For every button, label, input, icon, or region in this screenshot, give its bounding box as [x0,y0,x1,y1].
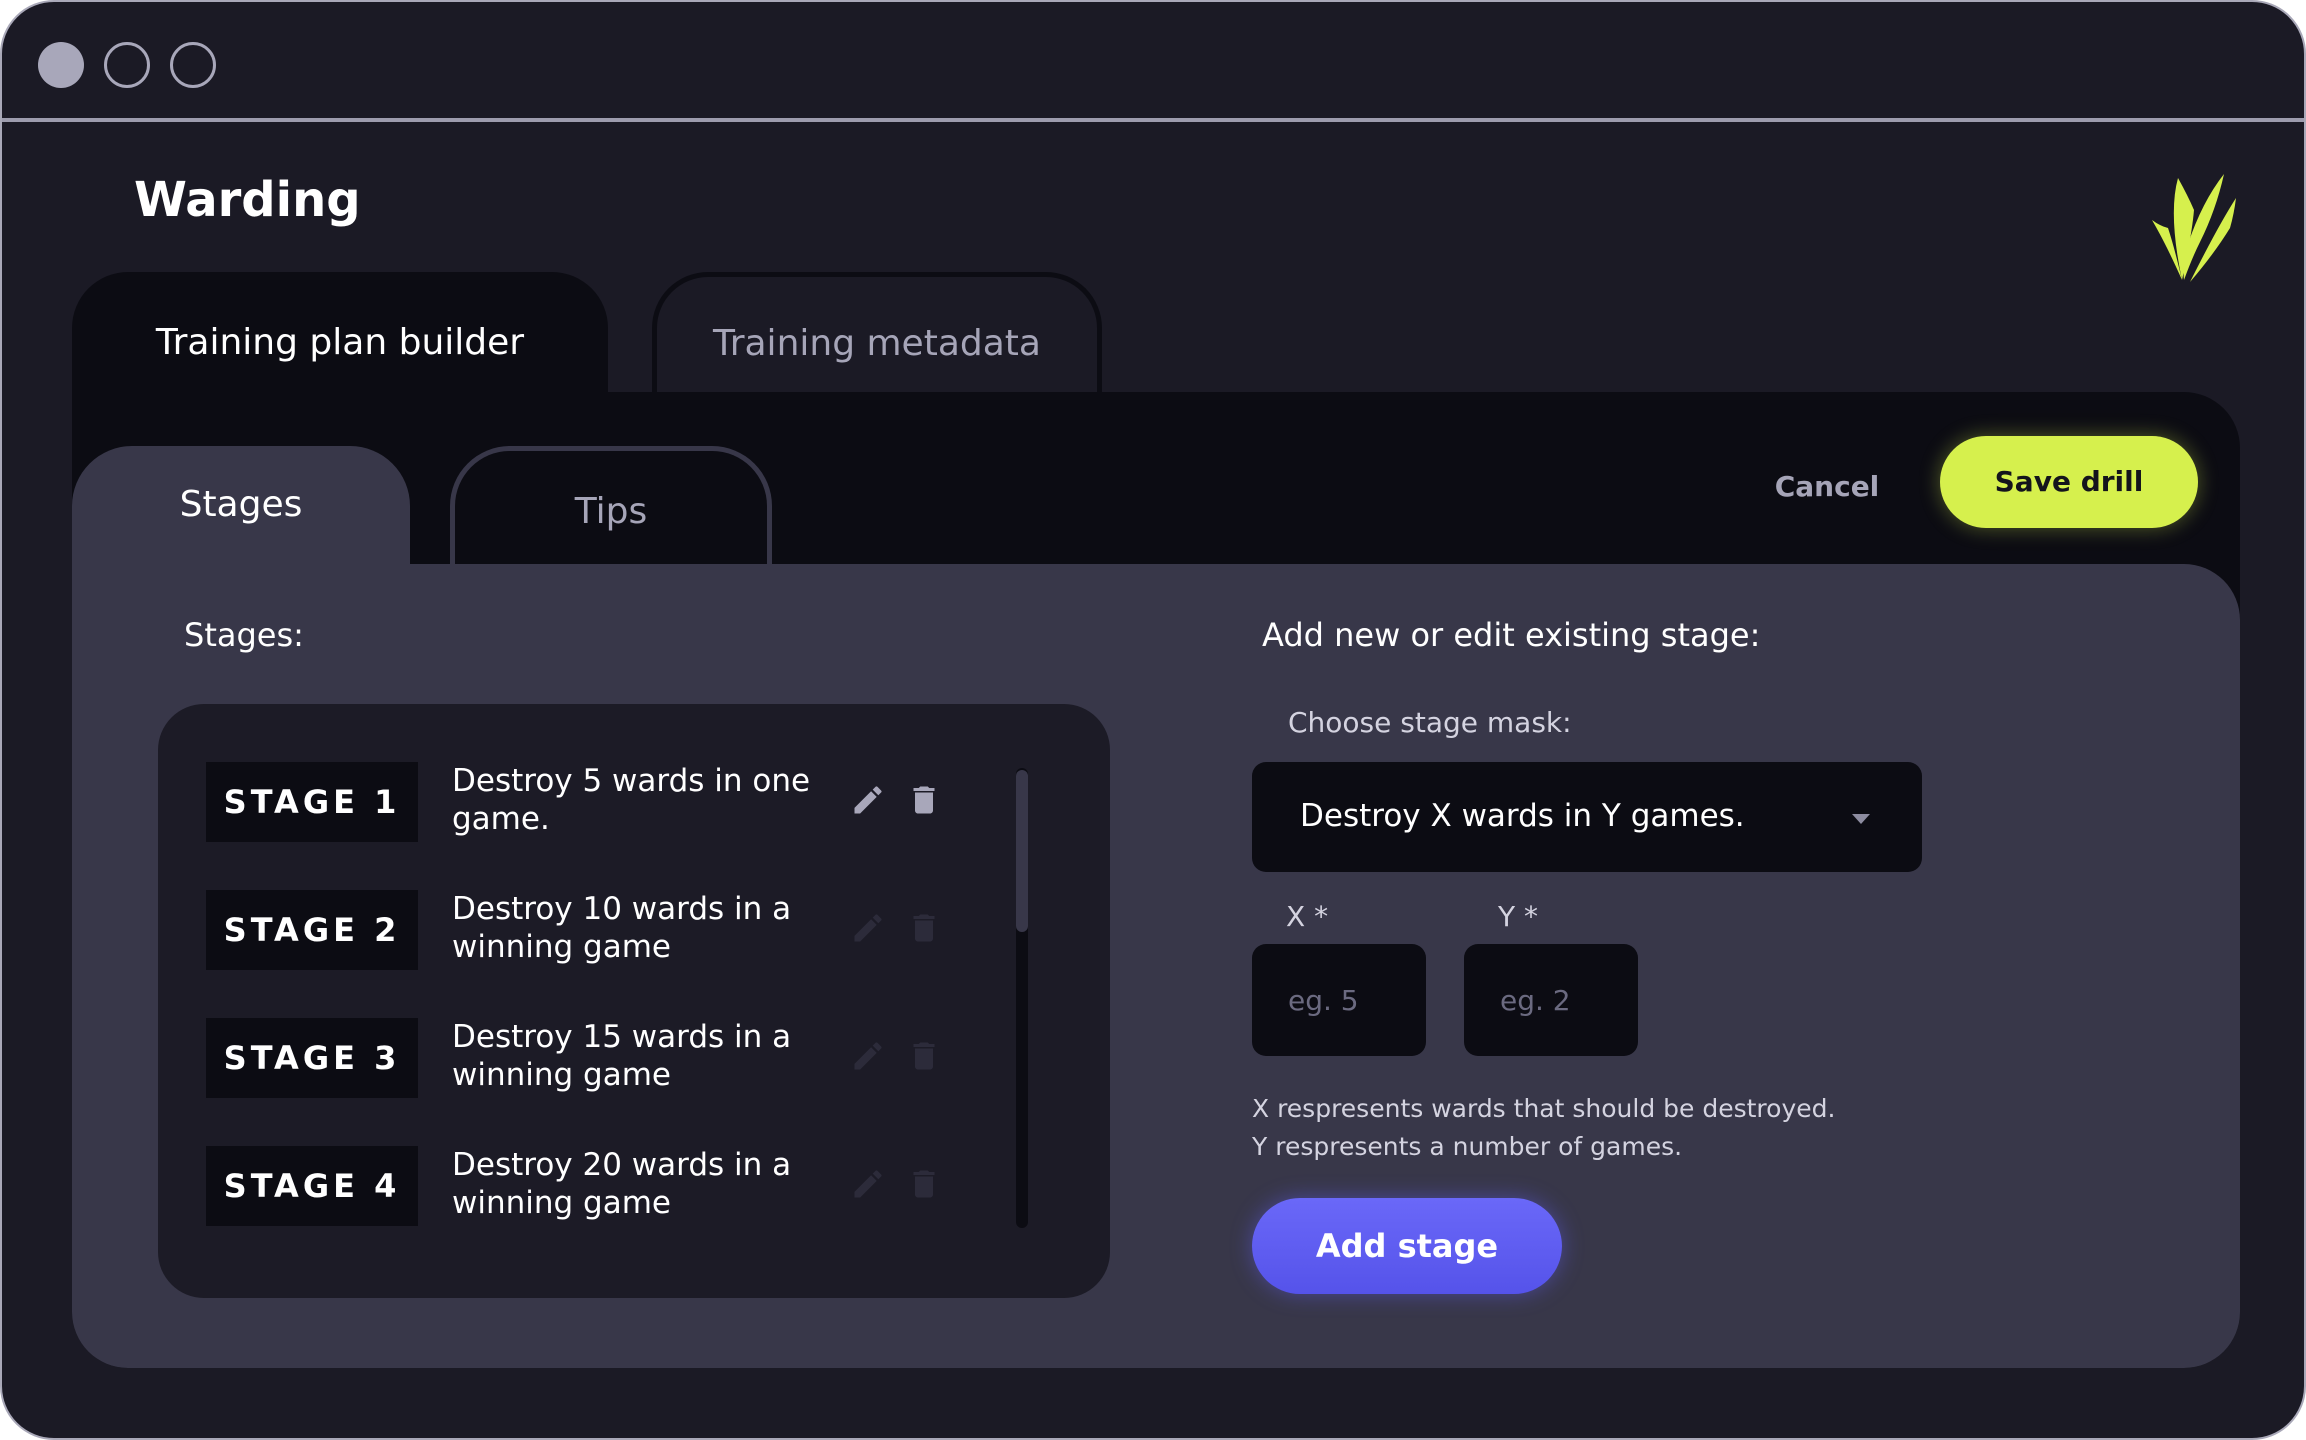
mask-help-text: X respresents wards that should be destr… [1252,1090,1835,1166]
stage-mask-label: Choose stage mask: [1288,706,1572,739]
trash-icon[interactable] [906,782,942,818]
tab-training-metadata[interactable]: Training metadata [652,272,1102,396]
stage-row[interactable]: STAGE 3 Destroy 15 wards in a winning ga… [206,1018,1026,1098]
pencil-icon[interactable] [850,1166,886,1202]
stage-badge: STAGE 4 [206,1146,418,1226]
x-field-label: X * [1286,900,1329,933]
help-line-x: X respresents wards that should be destr… [1252,1094,1836,1123]
x-input[interactable] [1252,944,1426,1056]
stage-description: Destroy 20 wards in a winning game [452,1147,792,1221]
page-title: Warding [134,172,361,228]
stage-row[interactable]: STAGE 2 Destroy 10 wards in a winning ga… [206,890,1026,970]
y-field-label: Y * [1498,900,1539,933]
stage-description: Destroy 15 wards in a winning game [452,1019,792,1093]
stage-row[interactable]: STAGE 4 Destroy 20 wards in a winning ga… [206,1146,1026,1226]
stage-row[interactable]: STAGE 1 Destroy 5 wards in one game. [206,762,1026,842]
cancel-button[interactable]: Cancel [1762,462,1892,512]
grass-sprout-icon [2132,174,2242,294]
minimize-dot[interactable] [104,42,150,88]
stages-heading: Stages: [184,616,304,654]
add-stage-button[interactable]: Add stage [1252,1198,1562,1294]
app-window: Warding Training plan builder Training m… [0,0,2306,1440]
trash-icon[interactable] [906,1038,942,1074]
trash-icon[interactable] [906,1166,942,1202]
title-bar [2,2,2304,122]
help-line-y: Y respresents a number of games. [1252,1132,1683,1161]
pencil-icon[interactable] [850,782,886,818]
tab-stages[interactable]: Stages [72,446,410,568]
stage-mask-select[interactable]: Destroy X wards in Y games. [1252,762,1922,872]
stage-description: Destroy 10 wards in a winning game [452,891,792,965]
pencil-icon[interactable] [850,1038,886,1074]
maximize-dot[interactable] [170,42,216,88]
stage-badge: STAGE 1 [206,762,418,842]
stage-description: Destroy 5 wards in one game. [452,763,811,837]
tab-training-plan-builder[interactable]: Training plan builder [72,272,608,396]
tab-tips[interactable]: Tips [450,446,772,568]
form-heading: Add new or edit existing stage: [1262,616,1761,654]
caret-down-icon [1852,814,1870,824]
y-input[interactable] [1464,944,1638,1056]
stages-scrollbar-thumb[interactable] [1016,770,1028,932]
close-dot[interactable] [38,42,84,88]
stage-badge: STAGE 3 [206,1018,418,1098]
pencil-icon[interactable] [850,910,886,946]
stage-mask-value: Destroy X wards in Y games. [1300,798,1745,834]
trash-icon[interactable] [906,910,942,946]
save-drill-button[interactable]: Save drill [1940,436,2198,528]
stage-badge: STAGE 2 [206,890,418,970]
